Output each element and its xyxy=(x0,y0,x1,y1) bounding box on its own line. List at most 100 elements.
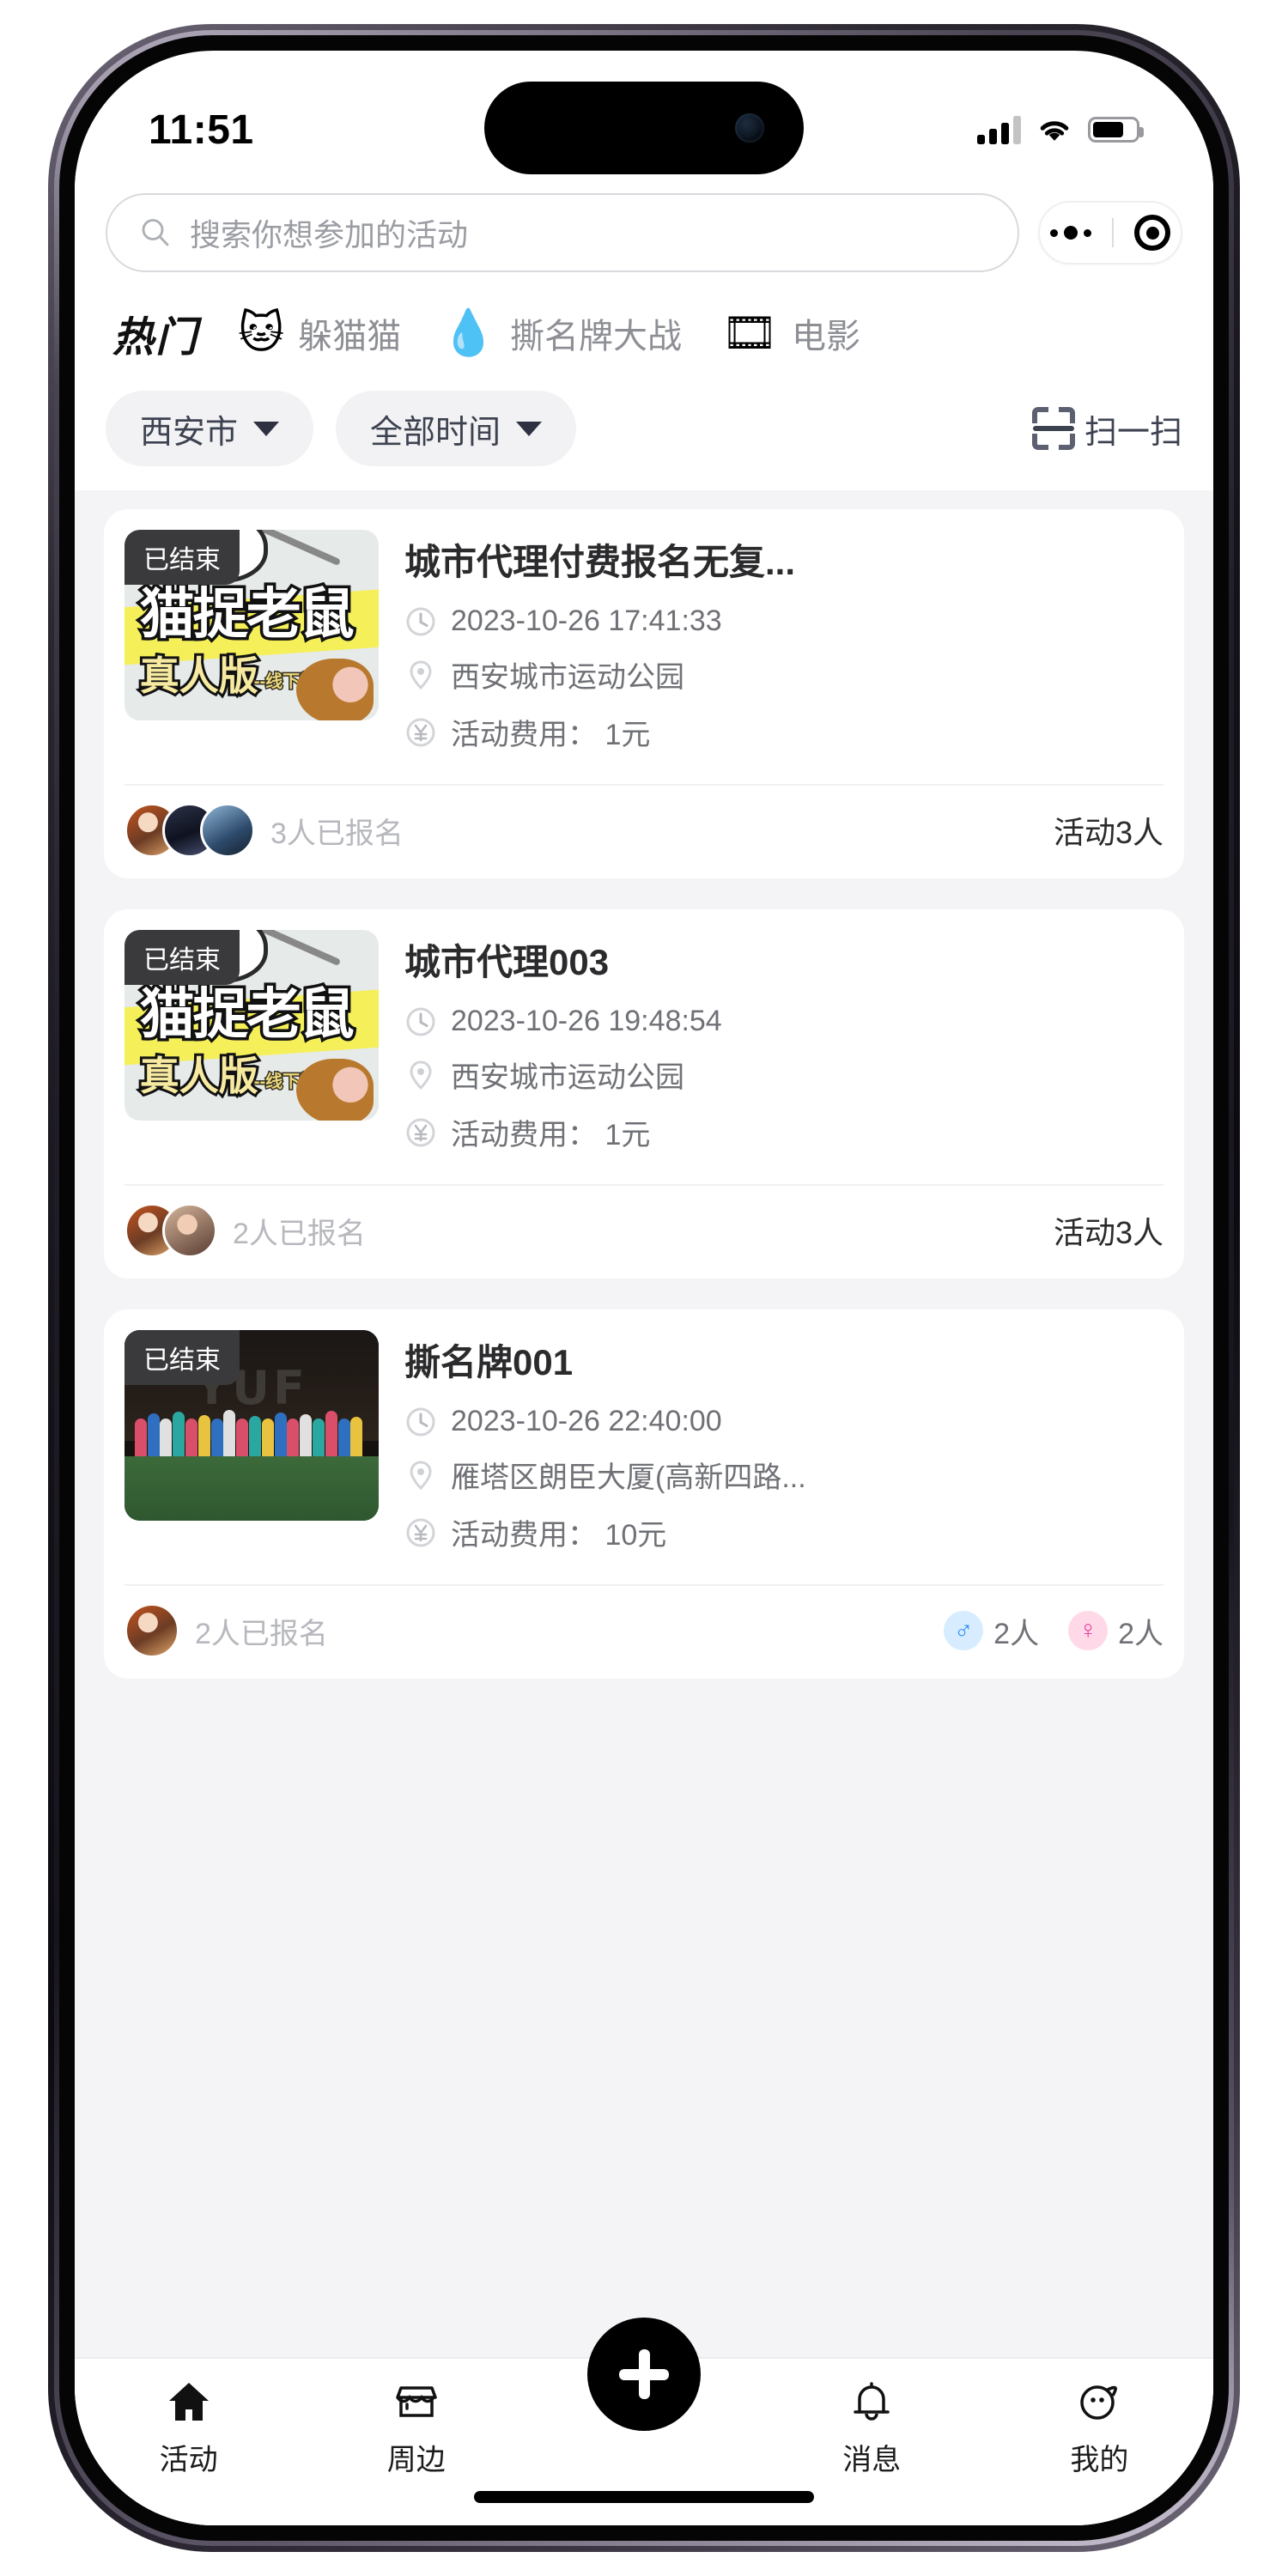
yuan-coin-icon xyxy=(406,1118,435,1146)
card-footer: 2人已报名 ♂ 2人 ♀ 2人 xyxy=(125,1584,1163,1658)
tab-nearby[interactable]: 周边 xyxy=(302,2378,530,2478)
card-top: 已结束 YUF 撕名牌001 2023-10-26 22:40:00 雁塔区朗臣… xyxy=(125,1330,1163,1569)
phone-screenshot-root: 11:51 搜索你想参加的活动 热门 🐱 躲猫猫 💧 撕名牌大战 🎞 电影 西安… xyxy=(0,0,1288,2576)
poster-sub-text: 真人版 xyxy=(137,1052,261,1099)
activity-thumbnail[interactable]: 已结束 猫捉老鼠 真人版 --线下社交游戏 xyxy=(125,530,379,720)
phone-frame: 11:51 搜索你想参加的活动 热门 🐱 躲猫猫 💧 撕名牌大战 🎞 电影 西安… xyxy=(48,24,1240,2552)
poster-sub-text: 真人版 xyxy=(137,652,261,699)
front-camera-icon xyxy=(735,113,764,143)
search-row: 搜索你想参加的活动 xyxy=(75,171,1213,289)
activity-list[interactable]: 已结束 猫捉老鼠 真人版 --线下社交游戏 xyxy=(75,490,1213,2357)
card-meta: 城市代理付费报名无复... 2023-10-26 17:41:33 西安城市运动… xyxy=(404,530,1163,769)
location-pin-icon xyxy=(410,1460,432,1490)
category-tabs[interactable]: 热门 🐱 躲猫猫 💧 撕名牌大战 🎞 电影 xyxy=(75,289,1213,375)
battery-icon xyxy=(1088,117,1144,143)
target-circle-icon[interactable] xyxy=(1134,215,1170,251)
search-input[interactable]: 搜索你想参加的活动 xyxy=(106,193,1019,272)
signed-count-text: 3人已报名 xyxy=(270,817,404,850)
category-label: 躲猫猫 xyxy=(298,318,402,355)
status-icons xyxy=(977,115,1144,144)
category-label: 撕名牌大战 xyxy=(509,318,682,355)
tab-activities[interactable]: 活动 xyxy=(75,2378,302,2478)
activity-fee-row: 活动费用： 1元 xyxy=(404,711,1163,753)
activity-thumbnail[interactable]: 已结束 YUF xyxy=(125,1330,379,1521)
tab-messages[interactable]: 消息 xyxy=(758,2378,986,2478)
filter-row: 西安市 全部时间 扫一扫 xyxy=(75,375,1213,490)
female-count-text: 2人 xyxy=(1118,1617,1163,1650)
city-filter-dropdown[interactable]: 西安市 xyxy=(106,391,314,466)
poster-main-text: 猫捉老鼠 xyxy=(137,582,357,647)
yuan-coin-icon xyxy=(406,1518,435,1546)
avatar xyxy=(162,1203,217,1258)
scan-qr-icon xyxy=(1031,407,1075,450)
cellular-signal-icon xyxy=(977,115,1021,144)
time-filter-dropdown[interactable]: 全部时间 xyxy=(336,391,577,466)
location-pin-icon xyxy=(410,659,432,690)
city-filter-label: 西安市 xyxy=(140,414,239,451)
activity-location-row: 西安城市运动公园 xyxy=(404,1054,1163,1096)
activity-card[interactable]: 已结束 猫捉老鼠 真人版 --线下社交游戏 xyxy=(104,909,1184,1279)
activity-card[interactable]: 已结束 YUF 撕名牌001 2023-10-26 22:40:00 雁塔区朗臣… xyxy=(104,1309,1184,1679)
signed-avatars[interactable] xyxy=(125,803,255,858)
card-top: 已结束 猫捉老鼠 真人版 --线下社交游戏 xyxy=(125,530,1163,769)
activity-location: 西安城市运动公园 xyxy=(451,661,684,694)
search-placeholder: 搜索你想参加的活动 xyxy=(190,217,469,252)
cat-face-icon: 🐱 xyxy=(238,308,285,358)
card-footer: 3人已报名 活动3人 xyxy=(125,784,1163,858)
app-container: 搜索你想参加的活动 热门 🐱 躲猫猫 💧 撕名牌大战 🎞 电影 西安市 全部时间… xyxy=(75,171,1213,2525)
signed-count-text: 2人已报名 xyxy=(233,1217,366,1250)
tab-profile[interactable]: 我的 xyxy=(986,2378,1213,2478)
create-activity-fab[interactable] xyxy=(587,2318,701,2431)
activity-location: 西安城市运动公园 xyxy=(451,1061,684,1094)
activity-datetime: 2023-10-26 17:41:33 xyxy=(451,605,722,637)
activity-datetime-row: 2023-10-26 17:41:33 xyxy=(404,605,1163,638)
crowd-figures xyxy=(125,1380,379,1464)
activity-title: 撕名牌001 xyxy=(404,1342,574,1382)
gender-split: ♂ 2人 ♀ 2人 xyxy=(944,1610,1163,1652)
activity-location-row: 雁塔区朗臣大厦(高新四路... xyxy=(404,1454,1163,1496)
tab-label: 消息 xyxy=(842,2444,902,2476)
chevron-down-icon xyxy=(516,421,543,436)
category-tab-hide-and-seek[interactable]: 🐱 躲猫猫 xyxy=(238,308,401,358)
activity-fee: 活动费用： 10元 xyxy=(451,1519,667,1552)
female-symbol-icon: ♀ xyxy=(1068,1611,1109,1650)
category-label: 电影 xyxy=(792,318,860,355)
clock-icon xyxy=(406,1407,435,1436)
activity-fee: 活动费用： 1元 xyxy=(451,719,651,751)
male-count-text: 2人 xyxy=(993,1617,1040,1650)
tab-label: 周边 xyxy=(386,2444,446,2476)
activity-datetime: 2023-10-26 19:48:54 xyxy=(451,1005,722,1037)
signed-avatars[interactable] xyxy=(125,1203,217,1258)
phone-frame-band: 11:51 搜索你想参加的活动 热门 🐱 躲猫猫 💧 撕名牌大战 🎞 电影 西安… xyxy=(54,30,1234,2546)
wifi-icon xyxy=(1040,121,1069,141)
clock-icon xyxy=(406,607,435,635)
avatar xyxy=(125,1603,179,1658)
profile-face-icon xyxy=(1080,2385,1118,2420)
category-tab-movie[interactable]: 🎞 电影 xyxy=(721,308,860,358)
activity-datetime: 2023-10-26 22:40:00 xyxy=(451,1405,722,1437)
miniprogram-capsule[interactable] xyxy=(1038,201,1182,264)
status-badge: 已结束 xyxy=(125,1330,240,1385)
more-dots-icon[interactable] xyxy=(1050,226,1091,240)
activity-thumbnail[interactable]: 已结束 猫捉老鼠 真人版 --线下社交游戏 xyxy=(125,930,379,1121)
scan-button[interactable]: 扫一扫 xyxy=(1031,405,1182,453)
activity-location: 雁塔区朗臣大厦(高新四路... xyxy=(451,1461,806,1494)
activity-fee-row: 活动费用： 10元 xyxy=(404,1511,1163,1553)
phone-body: 11:51 搜索你想参加的活动 热门 🐱 躲猫猫 💧 撕名牌大战 🎞 电影 西安… xyxy=(59,35,1229,2541)
home-indicator[interactable] xyxy=(474,2491,814,2503)
activity-card[interactable]: 已结束 猫捉老鼠 真人版 --线下社交游戏 xyxy=(104,509,1184,878)
time-filter-label: 全部时间 xyxy=(370,414,501,451)
card-meta: 城市代理003 2023-10-26 19:48:54 西安城市运动公园 活动费… xyxy=(404,930,1163,1169)
category-tab-nametag-battle[interactable]: 💧 撕名牌大战 xyxy=(440,308,682,358)
capsule-divider xyxy=(1112,218,1114,247)
signed-avatars[interactable] xyxy=(125,1603,179,1658)
card-meta: 撕名牌001 2023-10-26 22:40:00 雁塔区朗臣大厦(高新四路.… xyxy=(404,1330,1163,1569)
category-tab-hot[interactable]: 热门 xyxy=(112,303,198,363)
scan-label: 扫一扫 xyxy=(1084,414,1182,451)
phone-screen: 11:51 搜索你想参加的活动 热门 🐱 躲猫猫 💧 撕名牌大战 🎞 电影 西安… xyxy=(75,51,1213,2525)
yuan-coin-icon xyxy=(406,718,435,746)
card-top: 已结束 猫捉老鼠 真人版 --线下社交游戏 xyxy=(125,930,1163,1169)
chevron-down-icon xyxy=(253,421,280,436)
capacity-text: 活动3人 xyxy=(1053,815,1163,850)
store-icon xyxy=(396,2386,437,2417)
